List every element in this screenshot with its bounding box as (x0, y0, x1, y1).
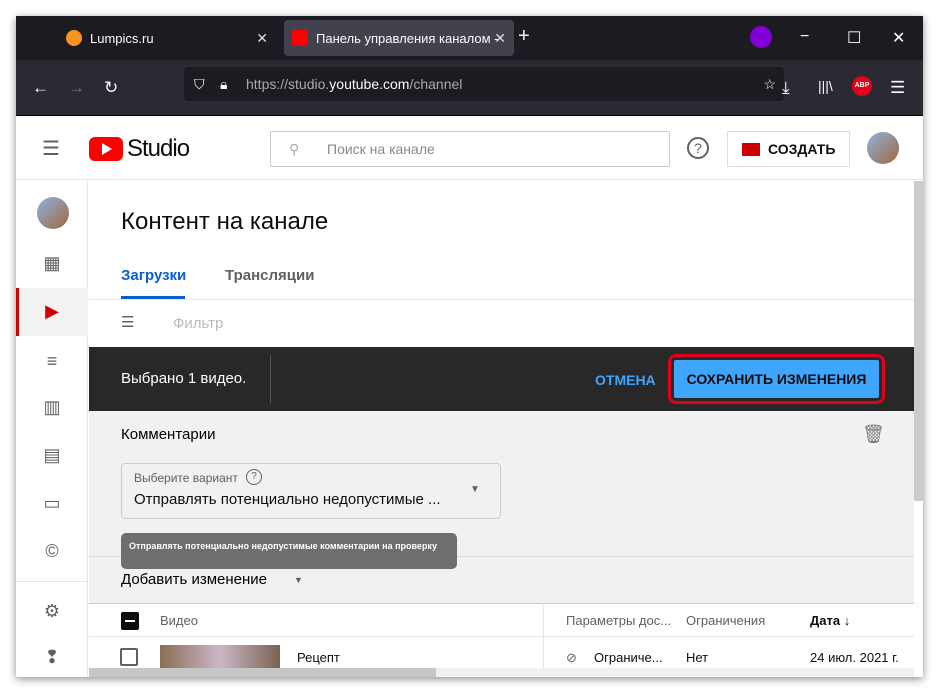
header-restrictions[interactable]: Ограничения (686, 613, 765, 628)
copyright-icon[interactable]: © (40, 541, 64, 563)
back-icon[interactable]: ← (32, 78, 49, 98)
new-tab-icon[interactable]: + (518, 25, 530, 48)
maximize-icon[interactable]: ☐ (847, 28, 861, 48)
comments-icon[interactable]: ▤ (40, 445, 64, 467)
dropdown-value: Отправлять потенциально недопустимые ... (134, 491, 441, 508)
create-button[interactable]: СОЗДАТЬ (727, 131, 850, 167)
selection-count: Выбрано 1 видео. (121, 370, 247, 387)
tab-uploads[interactable]: Загрузки (121, 267, 186, 284)
library-icon[interactable]: |||\ (818, 78, 833, 94)
create-label: СОЗДАТЬ (768, 141, 836, 157)
subtitles-icon[interactable]: ▭ (40, 493, 64, 515)
url-path: /channel (409, 76, 463, 92)
settings-icon[interactable]: ⚙ (40, 601, 64, 623)
video-camera-icon (742, 143, 760, 156)
tab-bar: Lumpics.ru ✕ Панель управления каналом - ✕… (16, 16, 923, 60)
comments-dropdown[interactable]: Выберите вариант ? Отправлять потенциаль… (121, 463, 501, 519)
tooltip: Отправлять потенциально недопустимые ком… (121, 533, 457, 569)
select-all-checkbox[interactable] (121, 612, 139, 630)
dropdown-label: Выберите вариант (134, 471, 238, 485)
adblock-icon[interactable]: ABP (852, 76, 872, 96)
help-icon[interactable]: ? (246, 469, 262, 485)
tab-label: Lumpics.ru (90, 30, 154, 46)
avatar[interactable] (867, 132, 899, 164)
visibility-value[interactable]: Ограниче... (594, 650, 663, 665)
channel-avatar[interactable] (37, 197, 69, 229)
add-change-button[interactable]: Добавить изменение (121, 571, 267, 588)
tab-live[interactable]: Трансляции (225, 267, 314, 284)
search-input[interactable]: ⚲ Поиск на канале (270, 131, 670, 167)
tab-lumpics[interactable]: Lumpics.ru ✕ (56, 20, 276, 56)
page-title: Контент на канале (121, 208, 329, 235)
forward-icon[interactable]: → (68, 78, 85, 98)
address-bar[interactable]: ⛉ 🔒︎ https://studio.youtube.com/channel … (184, 67, 784, 101)
studio-logo[interactable]: Studio (127, 135, 190, 163)
cancel-button[interactable]: ОТМЕНА (595, 372, 656, 388)
youtube-icon (292, 30, 308, 46)
filter-bar[interactable]: ☰ Фильтр (89, 299, 914, 347)
download-icon[interactable]: ⤓ (782, 78, 790, 98)
menu-icon[interactable]: ☰ (890, 78, 905, 98)
section-title: Комментарии (121, 426, 216, 443)
shield-icon: ⛉ (194, 76, 205, 92)
restrictions-value: Нет (686, 650, 709, 665)
sidebar: ▦ ▶ ≡ ▥ ▤ ▭ © ⚙ ❢ (16, 181, 88, 677)
tab-label: Панель управления каналом - (316, 30, 499, 46)
filter-icon: ☰ (121, 314, 135, 331)
studio-header: ☰ Studio ⚲ Поиск на канале ? СОЗДАТЬ (16, 116, 923, 180)
analytics-icon[interactable]: ▥ (40, 397, 64, 419)
caret-down-icon: ▼ (470, 484, 480, 495)
url-domain: youtube.com (329, 76, 410, 92)
bookmark-star-icon[interactable]: ☆ (763, 67, 776, 101)
horizontal-scrollbar[interactable] (89, 668, 914, 677)
video-thumbnail[interactable] (160, 645, 280, 668)
close-window-icon[interactable]: ✕ (892, 28, 905, 48)
orange-icon (66, 30, 82, 46)
private-mask-icon (750, 26, 772, 48)
edit-panel: Комментарии 🗑︎ Выберите вариант ? Отправ… (89, 411, 914, 603)
browser-window: Lumpics.ru ✕ Панель управления каналом - ✕… (16, 16, 923, 677)
search-icon: ⚲ (289, 141, 300, 157)
eye-off-icon: ⊘ (566, 650, 577, 665)
main-content: Контент на канале Загрузки Трансляции ☰ Ф… (89, 181, 914, 668)
hamburger-icon[interactable]: ☰ (42, 136, 60, 161)
reload-icon[interactable]: ↻ (104, 78, 118, 98)
video-title[interactable]: Рецепт (297, 650, 340, 665)
feedback-icon[interactable]: ❢ (40, 647, 64, 669)
playlists-icon[interactable]: ≡ (40, 351, 64, 373)
caret-down-icon[interactable]: ▼ (294, 575, 303, 585)
close-tab-icon[interactable]: ✕ (256, 30, 268, 47)
close-tab-icon[interactable]: ✕ (494, 30, 506, 47)
tab-youtube-studio[interactable]: Панель управления каналом - ✕ (284, 20, 514, 56)
header-video[interactable]: Видео (160, 613, 198, 628)
save-changes-button[interactable]: СОХРАНИТЬ ИЗМЕНЕНИЯ (668, 354, 885, 404)
help-icon[interactable]: ? (687, 137, 709, 159)
selection-bar: Выбрано 1 видео. ОТМЕНА СОХРАНИТЬ ИЗМЕНЕ… (89, 347, 914, 411)
row-checkbox[interactable] (120, 648, 138, 666)
trash-icon[interactable]: 🗑︎ (862, 424, 885, 445)
dashboard-icon[interactable]: ▦ (40, 253, 64, 275)
nav-bar: ← → ↻ ⛉ 🔒︎ https://studio.youtube.com/ch… (16, 60, 923, 116)
search-placeholder: Поиск на канале (327, 141, 435, 157)
header-visibility[interactable]: Параметры дос... (566, 613, 671, 628)
vertical-scrollbar[interactable] (914, 181, 923, 501)
content-icon: ▶ (45, 301, 59, 321)
filter-input[interactable]: Фильтр (173, 315, 223, 332)
minimize-icon[interactable]: − (800, 28, 809, 46)
date-value: 24 июл. 2021 г. (810, 650, 899, 665)
sidebar-item-content[interactable]: ▶ (16, 288, 88, 336)
lock-icon: 🔒︎ (220, 76, 228, 92)
header-date[interactable]: Дата ↓ (810, 613, 850, 628)
youtube-logo-icon (89, 137, 123, 161)
url-prefix: https://studio. (246, 76, 330, 92)
